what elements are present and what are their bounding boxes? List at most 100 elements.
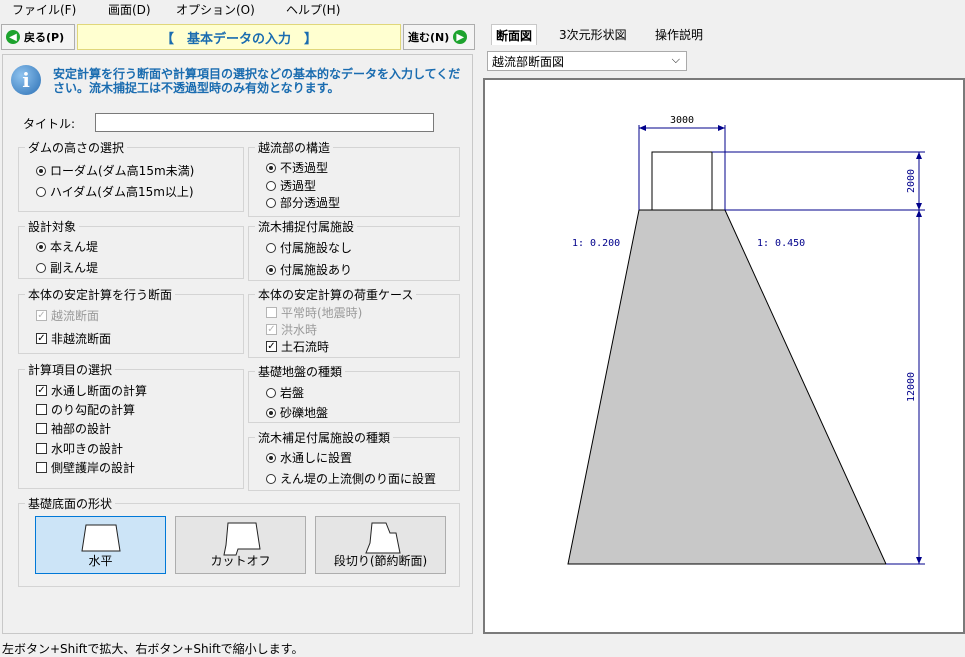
menu-options[interactable]: オプション(O) xyxy=(176,1,255,18)
foundation-gravel-radio[interactable]: 砂礫地盤 xyxy=(266,404,328,421)
drawing-select-value: 越流部断面図 xyxy=(492,54,565,69)
load-normal-label: 平常時(地震時) xyxy=(281,306,363,320)
foundation-rock-radio[interactable]: 岩盤 xyxy=(266,384,304,401)
overflow-structure-group: 越流部の構造 不透過型 透過型 部分透過型 xyxy=(248,139,460,217)
design-main-dam-label: 本えん堤 xyxy=(50,240,99,254)
calc-slope-checkbox[interactable]: のり勾配の計算 xyxy=(36,401,135,418)
back-button[interactable]: ◀ 戻る(P) xyxy=(1,24,75,50)
load-normal-checkbox[interactable]: 平常時(地震時) xyxy=(266,304,362,321)
overflow-partial-radio[interactable]: 部分透過型 xyxy=(266,194,340,211)
drawing-pane: 断面図 3次元形状図 操作説明 越流部断面図 ⌵ 3000 2000 12000… xyxy=(483,22,965,635)
calc-wing-checkbox[interactable]: 袖部の設計 xyxy=(36,420,111,437)
driftwood-facility-title: 流木捕捉付属施設 xyxy=(255,218,358,235)
radio-icon xyxy=(266,387,276,398)
basic-data-panel: i 安定計算を行う断面や計算項目の選択などの基本的なデータを入力してください。流… xyxy=(2,54,473,634)
checkbox-icon xyxy=(36,462,47,473)
radio-selected-icon xyxy=(36,165,46,176)
crest-shape xyxy=(651,151,713,211)
calc-wing-label: 袖部の設計 xyxy=(51,422,112,436)
load-case-title: 本体の安定計算の荷重ケース xyxy=(255,286,417,303)
foundation-group: 基礎地盤の種類 岩盤 砂礫地盤 xyxy=(248,363,460,423)
calc-slope-label: のり勾配の計算 xyxy=(51,403,136,417)
foundation-title: 基礎地盤の種類 xyxy=(255,363,346,380)
section-non-overflow-checkbox[interactable]: ✓ 非越流断面 xyxy=(36,330,111,347)
section-non-overflow-label: 非越流断面 xyxy=(51,332,112,346)
next-arrow-icon: ▶ xyxy=(453,30,468,44)
facility-none-label: 付属施設なし xyxy=(280,241,353,255)
calc-section-group: 本体の安定計算を行う断面 ✓ 越流断面 ✓ 非越流断面 xyxy=(18,286,244,354)
tab-section-view[interactable]: 断面図 xyxy=(491,24,538,45)
menu-file[interactable]: ファイル(F) xyxy=(12,1,76,18)
checkbox-icon xyxy=(36,423,47,434)
dam-height-title: ダムの高さの選択 xyxy=(25,139,128,156)
dam-height-low-radio[interactable]: ローダム(ダム高15m未満) xyxy=(36,162,194,179)
section-drawing-canvas[interactable]: 3000 2000 12000 1: 0.200 1: 0.450 xyxy=(483,78,965,634)
upstream-slope-label: 1: 0.200 xyxy=(572,238,620,249)
section-overflow-label: 越流断面 xyxy=(51,309,100,323)
dam-section-drawing: 3000 2000 12000 1: 0.200 1: 0.450 xyxy=(567,115,925,565)
facility-type-title: 流木補足付属施設の種類 xyxy=(255,429,394,446)
checkbox-icon xyxy=(36,404,47,415)
load-flood-label: 洪水時 xyxy=(281,323,318,337)
back-arrow-icon: ◀ xyxy=(6,30,20,44)
foundation-gravel-label: 砂礫地盤 xyxy=(280,406,329,420)
design-sub-dam-radio[interactable]: 副えん堤 xyxy=(36,259,98,276)
overflow-impermeable-label: 不透過型 xyxy=(280,161,329,175)
dam-height-high-label: ハイダム(ダム高15m以上) xyxy=(50,185,194,199)
status-text: 左ボタン+Shiftで拡大、右ボタン+Shiftで縮小します。 xyxy=(2,642,304,656)
dam-height-high-radio[interactable]: ハイダム(ダム高15m以上) xyxy=(36,183,194,200)
calc-items-group: 計算項目の選択 ✓ 水通し断面の計算 のり勾配の計算 袖部の設計 水叩きの設計 側… xyxy=(18,361,244,489)
dam-height-low-label: ローダム(ダム高15m未満) xyxy=(50,164,195,178)
menu-help[interactable]: ヘルプ(H) xyxy=(286,1,340,18)
radio-icon xyxy=(266,197,276,208)
checkbox-checked-icon: ✓ xyxy=(266,341,277,352)
facility-yes-label: 付属施設あり xyxy=(280,263,353,277)
design-main-dam-radio[interactable]: 本えん堤 xyxy=(36,238,98,255)
design-target-title: 設計対象 xyxy=(25,218,80,235)
tab-3d-view[interactable]: 3次元形状図 xyxy=(555,24,631,44)
radio-selected-icon xyxy=(36,241,46,252)
facility-none-radio[interactable]: 付属施設なし xyxy=(266,239,352,256)
design-target-group: 設計対象 本えん堤 副えん堤 xyxy=(18,218,244,279)
overflow-permeable-radio[interactable]: 透過型 xyxy=(266,177,316,194)
calc-sidewall-label: 側壁護岸の設計 xyxy=(51,461,136,475)
drawing-select[interactable]: 越流部断面図 ⌵ xyxy=(487,51,687,71)
base-shape-cutoff-button[interactable]: カットオフ xyxy=(175,516,306,574)
title-input[interactable] xyxy=(95,113,434,132)
base-shape-stepped-button[interactable]: 段切り(節約断面) xyxy=(315,516,446,574)
overflow-partial-label: 部分透過型 xyxy=(280,196,341,210)
base-shape-group: 基礎底面の形状 水平 カットオフ 段切り(節約断面) xyxy=(18,495,460,587)
radio-icon xyxy=(266,473,276,484)
overflow-impermeable-radio[interactable]: 不透過型 xyxy=(266,159,328,176)
next-button-label: 進む(N) xyxy=(408,31,450,44)
base-shape-flat-label: 水平 xyxy=(88,554,113,568)
crest-height-dimension: 2000 xyxy=(906,169,917,193)
calc-channel-checkbox[interactable]: ✓ 水通し断面の計算 xyxy=(36,382,147,399)
section-overflow-checkbox[interactable]: ✓ 越流断面 xyxy=(36,307,99,324)
radio-selected-icon xyxy=(266,264,276,275)
radio-icon xyxy=(36,262,46,273)
facility-upstream-radio[interactable]: えん堤の上流側のり面に設置 xyxy=(266,470,436,487)
load-flood-checkbox[interactable]: ✓ 洪水時 xyxy=(266,321,317,338)
overflow-permeable-label: 透過型 xyxy=(280,179,317,193)
base-shape-stepped-label: 段切り(節約断面) xyxy=(333,554,428,568)
menu-view[interactable]: 画面(D) xyxy=(108,1,151,18)
facility-channel-radio[interactable]: 水通しに設置 xyxy=(266,449,352,466)
calc-sidewall-checkbox[interactable]: 側壁護岸の設計 xyxy=(36,459,135,476)
calc-apron-checkbox[interactable]: 水叩きの設計 xyxy=(36,440,123,457)
load-debris-label: 土石流時 xyxy=(281,340,330,354)
next-button[interactable]: 進む(N) ▶ xyxy=(403,24,475,50)
tab-instructions[interactable]: 操作説明 xyxy=(651,24,707,44)
radio-icon xyxy=(36,186,46,197)
facility-yes-radio[interactable]: 付属施設あり xyxy=(266,261,352,278)
load-case-group: 本体の安定計算の荷重ケース 平常時(地震時) ✓ 洪水時 ✓ 土石流時 xyxy=(248,286,460,358)
radio-icon xyxy=(266,180,276,191)
checkbox-checked-icon: ✓ xyxy=(266,324,277,335)
base-shape-flat-button[interactable]: 水平 xyxy=(35,516,166,574)
chevron-down-icon: ⌵ xyxy=(671,53,680,66)
calc-items-title: 計算項目の選択 xyxy=(25,361,116,378)
dam-body-shape xyxy=(567,209,887,565)
load-debris-checkbox[interactable]: ✓ 土石流時 xyxy=(266,338,329,355)
facility-upstream-label: えん堤の上流側のり面に設置 xyxy=(280,472,437,486)
calc-channel-label: 水通し断面の計算 xyxy=(51,384,148,398)
